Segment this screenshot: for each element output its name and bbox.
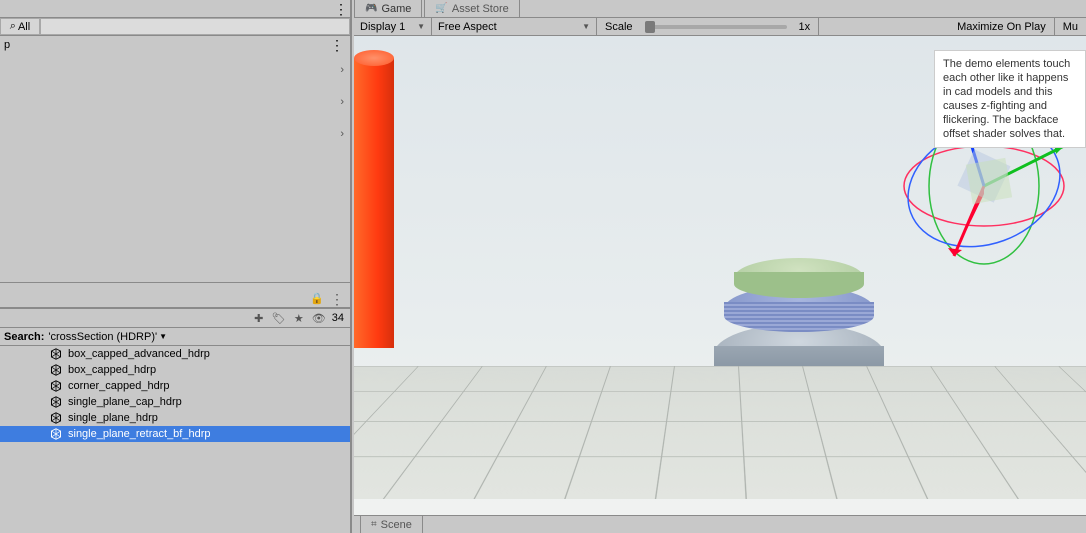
display-dropdown[interactable]: Display 1 ▼ bbox=[354, 18, 432, 35]
scene-disc-stack bbox=[684, 246, 904, 456]
asset-label: corner_capped_hdrp bbox=[68, 380, 170, 392]
unity-asset-icon bbox=[50, 428, 62, 440]
display-label: Display 1 bbox=[360, 21, 405, 33]
project-search-label: Search: bbox=[4, 331, 48, 343]
maximize-on-play-button[interactable]: Maximize On Play bbox=[949, 18, 1055, 35]
chevron-right-icon: › bbox=[340, 64, 344, 76]
backface-value: 0 bbox=[1049, 425, 1081, 437]
project-header: 🔒 ⋮ bbox=[0, 290, 350, 308]
hierarchy-collapsed-item[interactable]: › bbox=[0, 118, 350, 150]
search-scope-button[interactable]: ⌕ All bbox=[0, 18, 40, 35]
tab-asset-store[interactable]: 🛒 Asset Store bbox=[424, 0, 519, 17]
watermark-text: https://blog.csdn.net/lihswwha bbox=[907, 478, 1080, 493]
hierarchy-search-input[interactable] bbox=[40, 18, 350, 35]
asset-row[interactable]: box_capped_advanced_hdrp bbox=[0, 346, 350, 362]
asset-row[interactable]: single_plane_hdrp bbox=[0, 410, 350, 426]
asset-row[interactable]: box_capped_hdrp bbox=[0, 362, 350, 378]
scene-tab-icon: ⌗ bbox=[371, 519, 377, 530]
hierarchy-root-row[interactable]: p ⋮ bbox=[0, 36, 350, 54]
unity-asset-icon bbox=[50, 348, 62, 360]
panel-splitter[interactable] bbox=[0, 282, 350, 290]
slider-thumb[interactable] bbox=[645, 21, 655, 33]
hierarchy-root-menu-icon[interactable]: ⋮ bbox=[330, 37, 344, 54]
backface-offset-panel[interactable]: Backfa 0 bbox=[1044, 386, 1086, 442]
scene-gray-disc bbox=[714, 324, 884, 384]
unity-asset-icon bbox=[50, 380, 62, 392]
project-toolbar: ✚ 🏷 ★ 👁 34 bbox=[0, 308, 350, 328]
scale-value: 1x bbox=[791, 18, 820, 35]
tab-label: Game bbox=[381, 3, 411, 15]
right-panel: 🎮 Game 🛒 Asset Store Display 1 ▼ Free Aspec… bbox=[354, 0, 1086, 533]
game-toolbar: Display 1 ▼ Free Aspect ▼ Scale 1x Maxim… bbox=[354, 18, 1086, 36]
project-search-row: Search: 'crossSection (HDRP)' ▼ bbox=[0, 328, 350, 346]
tab-icon: 🎮 bbox=[365, 3, 377, 14]
scene-magenta-disc bbox=[684, 376, 874, 446]
asset-row[interactable]: single_plane_retract_bf_hdrp bbox=[0, 426, 350, 442]
hierarchy-root-label: p bbox=[4, 39, 10, 51]
tab-game[interactable]: 🎮 Game bbox=[354, 0, 422, 17]
aspect-dropdown[interactable]: Free Aspect ▼ bbox=[432, 18, 597, 35]
hierarchy-tree[interactable]: p ⋮ › › › bbox=[0, 36, 350, 282]
left-panel: ⋮ ⌕ All p ⋮ › › › 🔒 ⋮ ✚ 🏷 ★ 👁 34 Search:… bbox=[0, 0, 352, 533]
hierarchy-menu-icon[interactable]: ⋮ bbox=[334, 4, 344, 14]
scale-slider[interactable] bbox=[641, 25, 791, 29]
tab-label: Asset Store bbox=[452, 3, 509, 15]
hierarchy-collapsed-item[interactable]: › bbox=[0, 54, 350, 86]
favorite-icon[interactable]: ★ bbox=[290, 310, 308, 326]
project-menu-icon[interactable]: ⋮ bbox=[328, 292, 346, 306]
aspect-label: Free Aspect bbox=[438, 21, 497, 33]
project-search-value[interactable]: 'crossSection (HDRP)' bbox=[48, 331, 157, 343]
hierarchy-search-row: ⌕ All bbox=[0, 18, 350, 36]
chevron-right-icon: › bbox=[340, 128, 344, 140]
asset-label: single_plane_cap_hdrp bbox=[68, 396, 182, 408]
asset-label: box_capped_hdrp bbox=[68, 364, 156, 376]
chevron-right-icon: › bbox=[340, 96, 344, 108]
chevron-down-icon: ▼ bbox=[417, 22, 425, 31]
asset-row[interactable]: corner_capped_hdrp bbox=[0, 378, 350, 394]
visibility-count: 34 bbox=[330, 312, 346, 324]
asset-label: box_capped_advanced_hdrp bbox=[68, 348, 210, 360]
chevron-down-icon[interactable]: ▼ bbox=[157, 332, 167, 341]
unity-asset-icon bbox=[50, 396, 62, 408]
project-asset-list: box_capped_advanced_hdrp box_capped_hdrpc… bbox=[0, 346, 350, 442]
backface-label: Backfa bbox=[1049, 391, 1081, 403]
tag-icon[interactable]: 🏷 bbox=[270, 310, 288, 326]
asset-row[interactable]: single_plane_cap_hdrp bbox=[0, 394, 350, 410]
visibility-icon[interactable]: 👁 bbox=[310, 310, 328, 326]
hierarchy-collapsed-item[interactable]: › bbox=[0, 86, 350, 118]
scene-red-cylinder bbox=[354, 58, 394, 348]
tab-scene[interactable]: ⌗ Scene bbox=[360, 515, 423, 533]
backface-slider-knob[interactable] bbox=[1058, 407, 1072, 421]
unity-asset-icon bbox=[50, 364, 62, 376]
asset-label: single_plane_hdrp bbox=[68, 412, 158, 424]
hierarchy-header: ⋮ bbox=[0, 0, 350, 18]
bottom-tab-row: ⌗ Scene bbox=[354, 515, 1086, 533]
chevron-down-icon: ▼ bbox=[582, 22, 590, 31]
mute-audio-button[interactable]: Mu bbox=[1055, 18, 1086, 35]
scene-green-disc bbox=[734, 258, 864, 298]
view-tab-row: 🎮 Game 🛒 Asset Store bbox=[354, 0, 1086, 18]
asset-label: single_plane_retract_bf_hdrp bbox=[68, 428, 211, 440]
unity-asset-icon bbox=[50, 412, 62, 424]
lock-icon[interactable]: 🔒 bbox=[308, 292, 326, 306]
search-scope-label: All bbox=[16, 21, 30, 33]
scale-label: Scale bbox=[597, 21, 641, 33]
game-viewport[interactable]: The demo elements touch each other like … bbox=[354, 36, 1086, 515]
add-icon[interactable]: ✚ bbox=[250, 310, 268, 326]
scene-tab-label: Scene bbox=[381, 519, 412, 531]
tab-icon: 🛒 bbox=[435, 3, 447, 14]
info-tooltip: The demo elements touch each other like … bbox=[934, 50, 1086, 148]
